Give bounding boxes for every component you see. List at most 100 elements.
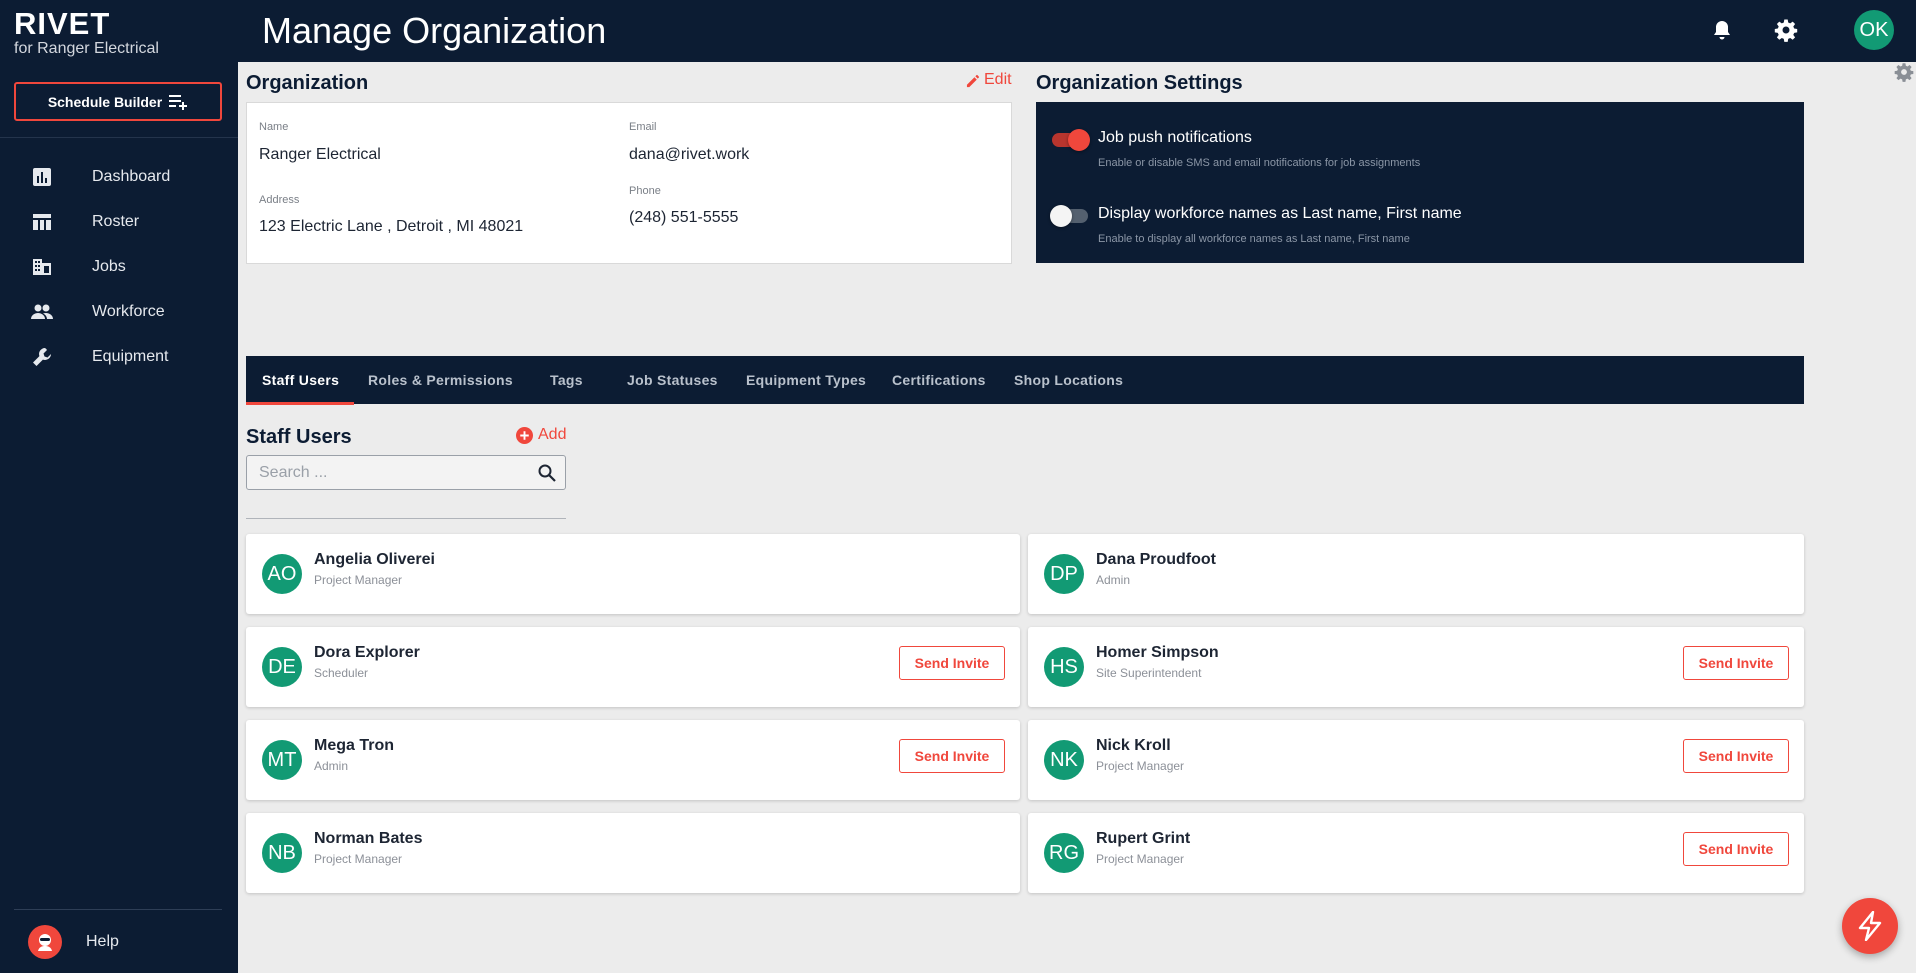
- user-card[interactable]: RG Rupert Grint Project Manager Send Inv…: [1028, 813, 1804, 893]
- user-card[interactable]: DP Dana Proudfoot Admin: [1028, 534, 1804, 614]
- user-name: Mega Tron: [314, 737, 395, 754]
- user-card[interactable]: NK Nick Kroll Project Manager Send Invit…: [1028, 720, 1804, 800]
- tab-tags[interactable]: Tags: [550, 356, 583, 404]
- tab-job-statuses[interactable]: Job Statuses: [627, 356, 718, 404]
- quick-action-button[interactable]: [1842, 898, 1898, 954]
- help-link[interactable]: Help: [28, 925, 119, 959]
- top-bar: Manage Organization OK: [238, 0, 1916, 62]
- active-tab-indicator: [246, 402, 354, 405]
- search-box: [246, 455, 566, 490]
- sidebar-divider: [14, 909, 222, 910]
- brand-subtitle: for Ranger Electrical: [14, 40, 159, 57]
- avatar: MT: [262, 740, 302, 780]
- sidebar-item-equipment[interactable]: Equipment: [0, 334, 238, 379]
- organization-settings-card: Job push notifications Enable or disable…: [1036, 102, 1804, 263]
- sidebar-item-roster[interactable]: Roster: [0, 199, 238, 244]
- search-divider: [246, 518, 566, 519]
- avatar: RG: [1044, 833, 1084, 873]
- sidebar-item-workforce[interactable]: Workforce: [0, 289, 238, 334]
- user-role: Admin: [1096, 573, 1131, 587]
- user-card[interactable]: DE Dora Explorer Scheduler Send Invite: [246, 627, 1020, 707]
- brand-name: RIVET: [14, 6, 111, 41]
- add-circle-icon: [516, 426, 533, 444]
- user-card[interactable]: MT Mega Tron Admin Send Invite: [246, 720, 1020, 800]
- user-name: Homer Simpson: [1096, 644, 1219, 661]
- user-name: Nick Kroll: [1096, 737, 1171, 754]
- user-name: Norman Bates: [314, 830, 423, 847]
- playlist-add-icon: [169, 94, 188, 110]
- schedule-builder-button[interactable]: Schedule Builder: [14, 82, 222, 121]
- email-label: Email: [629, 121, 657, 133]
- user-role: Project Manager: [1096, 852, 1185, 866]
- send-invite-button[interactable]: Send Invite: [899, 646, 1005, 680]
- help-avatar-icon: [28, 925, 62, 959]
- search-icon[interactable]: [537, 463, 557, 483]
- organization-address: 123 Electric Lane , Detroit , MI 48021: [259, 218, 524, 235]
- phone-label: Phone: [629, 185, 661, 197]
- edit-organization-button[interactable]: Edit: [966, 71, 1012, 89]
- gear-icon[interactable]: [1770, 14, 1802, 46]
- address-label: Address: [259, 194, 300, 206]
- sidebar-nav: Dashboard Roster Jobs Workforce Equipmen…: [0, 154, 238, 379]
- user-role: Scheduler: [314, 666, 369, 680]
- job-push-notifications-toggle[interactable]: [1052, 129, 1090, 151]
- tab-equipment-types[interactable]: Equipment Types: [746, 356, 866, 404]
- last-name-first-toggle[interactable]: [1050, 205, 1088, 227]
- user-card[interactable]: AO Angelia Oliverei Project Manager: [246, 534, 1020, 614]
- send-invite-button[interactable]: Send Invite: [1683, 646, 1789, 680]
- avatar: DP: [1044, 554, 1084, 594]
- user-avatar[interactable]: OK: [1854, 10, 1894, 50]
- avatar: HS: [1044, 647, 1084, 687]
- sidebar-item-label: Workforce: [92, 302, 165, 320]
- organization-name: Ranger Electrical: [259, 146, 381, 163]
- user-name: Dora Explorer: [314, 644, 420, 661]
- sidebar-item-label: Dashboard: [92, 167, 171, 185]
- setting-description: Enable or disable SMS and email notifica…: [1098, 157, 1421, 169]
- user-card[interactable]: NB Norman Bates Project Manager: [246, 813, 1020, 893]
- organization-title: Organization: [246, 72, 369, 94]
- table-icon: [30, 210, 54, 234]
- user-role: Admin: [314, 759, 349, 773]
- user-role: Project Manager: [1096, 759, 1185, 773]
- organization-email: dana@rivet.work: [629, 146, 750, 163]
- sidebar-item-label: Equipment: [92, 347, 169, 365]
- organization-card: Name Ranger Electrical Email dana@rivet.…: [246, 102, 1012, 264]
- setting-description: Enable to display all workforce names as…: [1098, 233, 1410, 245]
- send-invite-button[interactable]: Send Invite: [1683, 832, 1789, 866]
- sidebar-item-jobs[interactable]: Jobs: [0, 244, 238, 289]
- tab-roles-permissions[interactable]: Roles & Permissions: [368, 356, 513, 404]
- user-role: Project Manager: [314, 852, 403, 866]
- add-label: Add: [538, 426, 567, 443]
- search-input[interactable]: [259, 456, 529, 489]
- add-staff-user-button[interactable]: Add: [516, 426, 566, 444]
- sidebar-item-label: Roster: [92, 212, 140, 230]
- tab-shop-locations[interactable]: Shop Locations: [1014, 356, 1123, 404]
- lightning-bolt-icon: [1858, 911, 1882, 941]
- avatar: DE: [262, 647, 302, 687]
- setting-label: Display workforce names as Last name, Fi…: [1098, 205, 1462, 222]
- brand-logo[interactable]: RIVET for Ranger Electrical: [14, 8, 159, 58]
- pencil-icon: [966, 74, 980, 87]
- setting-label: Job push notifications: [1098, 129, 1252, 146]
- user-name: Angelia Oliverei: [314, 551, 435, 568]
- wrench-icon: [30, 345, 54, 369]
- tab-staff-users[interactable]: Staff Users: [262, 356, 339, 404]
- building-icon: [30, 255, 54, 279]
- tab-bar: Staff Users Roles & Permissions Tags Job…: [246, 356, 1804, 405]
- user-card[interactable]: HS Homer Simpson Site Superintendent Sen…: [1028, 627, 1804, 707]
- send-invite-button[interactable]: Send Invite: [1683, 739, 1789, 773]
- bell-icon[interactable]: [1706, 14, 1738, 46]
- sidebar-item-dashboard[interactable]: Dashboard: [0, 154, 238, 199]
- tab-certifications[interactable]: Certifications: [892, 356, 986, 404]
- chart-bar-icon: [30, 165, 54, 189]
- sidebar: RIVET for Ranger Electrical Schedule Bui…: [0, 0, 238, 973]
- send-invite-button[interactable]: Send Invite: [899, 739, 1005, 773]
- organization-phone: (248) 551-5555: [629, 209, 739, 226]
- edit-label: Edit: [984, 71, 1012, 88]
- schedule-builder-label: Schedule Builder: [47, 93, 163, 110]
- page-settings-gear-icon[interactable]: [1894, 62, 1914, 82]
- organization-settings-title: Organization Settings: [1036, 72, 1243, 94]
- sidebar-item-label: Jobs: [92, 257, 126, 275]
- user-role: Project Manager: [314, 573, 403, 587]
- user-role: Site Superintendent: [1096, 666, 1202, 680]
